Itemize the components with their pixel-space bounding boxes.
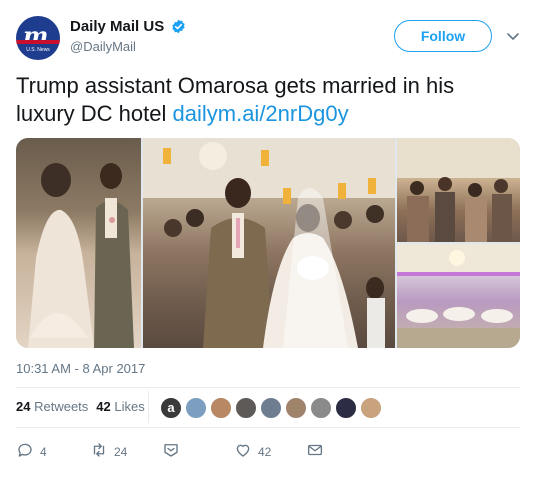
retweets-stat[interactable]: 24 Retweets xyxy=(16,399,88,414)
account-handle[interactable]: @DailyMail xyxy=(70,39,186,54)
engagement-stats: 24 Retweets 42 Likes xyxy=(16,399,145,414)
avatar-stripe xyxy=(16,40,60,44)
photo-wedding-guests[interactable] xyxy=(397,138,520,242)
liker-avatar[interactable] xyxy=(335,397,357,419)
photo-wedding-ballroom[interactable] xyxy=(397,244,520,348)
avatar-sub-label: U.S. News xyxy=(26,47,50,53)
retweets-label: Retweets xyxy=(34,399,89,414)
tweet-link[interactable]: dailym.ai/2nrDg0y xyxy=(173,101,349,126)
liker-avatar[interactable] xyxy=(310,397,332,419)
photo-wedding-toast[interactable] xyxy=(143,138,395,348)
likes-label: Likes xyxy=(114,399,145,414)
divider xyxy=(16,427,520,428)
heart-icon xyxy=(236,444,250,457)
chevron-down-icon[interactable] xyxy=(505,28,521,44)
retweets-count: 24 xyxy=(16,399,31,414)
liker-avatar[interactable] xyxy=(210,397,232,419)
liker-avatar[interactable] xyxy=(260,397,282,419)
follow-button[interactable]: Follow xyxy=(394,20,492,52)
media-grid xyxy=(16,138,520,348)
retweet-icon xyxy=(93,443,105,457)
liker-avatar[interactable] xyxy=(235,397,257,419)
liker-avatar[interactable] xyxy=(360,397,382,419)
reply-icon xyxy=(18,443,32,457)
likes-count: 42 xyxy=(96,399,111,414)
tweet-actions: 4 24 42 xyxy=(16,439,524,463)
like-count: 42 xyxy=(258,445,272,459)
likes-stat[interactable]: 42 Likes xyxy=(96,399,144,414)
divider xyxy=(16,387,520,388)
photo-wedding-couple[interactable] xyxy=(16,138,141,348)
reply-count: 4 xyxy=(40,445,47,459)
tweet-timestamp[interactable]: 10:31 AM - 8 Apr 2017 xyxy=(16,361,145,376)
account-name-block[interactable]: Daily Mail US @DailyMail xyxy=(70,18,186,54)
tweet-text: Trump assistant Omarosa gets married in … xyxy=(16,72,516,128)
liker-avatar[interactable] xyxy=(185,397,207,419)
liker-avatar[interactable]: a xyxy=(160,397,182,419)
display-name[interactable]: Daily Mail US xyxy=(70,18,164,35)
retweet-count: 24 xyxy=(114,445,128,459)
avatar-logo: m xyxy=(23,21,48,50)
liker-avatar[interactable] xyxy=(285,397,307,419)
avatar[interactable]: m U.S. News xyxy=(16,16,60,60)
message-icon xyxy=(164,444,178,457)
verified-badge-icon xyxy=(171,19,185,34)
stats-separator xyxy=(148,391,149,423)
envelope-icon xyxy=(307,444,323,456)
tweet-header: m U.S. News Daily Mail US @DailyMail Fol… xyxy=(16,14,524,64)
